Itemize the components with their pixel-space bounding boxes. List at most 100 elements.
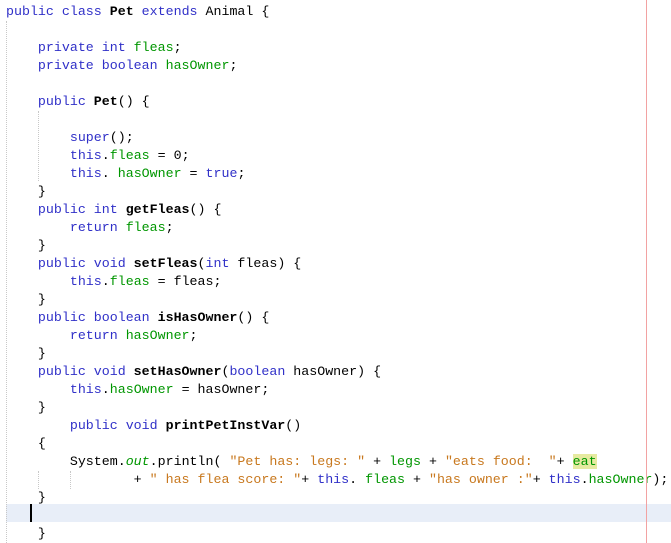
code-token: = fleas;: [149, 274, 222, 289]
code-token: }: [6, 292, 46, 307]
code-token: Animal {: [205, 4, 270, 19]
code-token: fleas: [109, 148, 150, 163]
code-token: hasOwner: [125, 328, 190, 343]
code-line[interactable]: super();: [6, 129, 134, 147]
code-token: isHasOwner: [157, 310, 238, 325]
code-token: legs: [389, 454, 421, 469]
code-line[interactable]: public void setHasOwner(boolean hasOwner…: [6, 363, 381, 381]
code-token: () {: [117, 94, 150, 109]
code-editor[interactable]: public class Pet extends Animal { privat…: [0, 0, 671, 543]
print-margin-line: [646, 0, 647, 543]
code-line[interactable]: this.fleas = 0;: [6, 147, 190, 165]
code-line[interactable]: }: [6, 525, 46, 543]
current-line-highlight: [6, 504, 671, 522]
code-token: }: [6, 238, 46, 253]
code-line[interactable]: return hasOwner;: [6, 327, 198, 345]
code-line[interactable]: public int getFleas() {: [6, 201, 222, 219]
code-token: "Pet has: legs: ": [229, 454, 366, 469]
code-line[interactable]: }: [6, 489, 46, 507]
code-token: fleas: [125, 220, 166, 235]
code-line[interactable]: System.out.println( "Pet has: legs: " + …: [6, 453, 597, 471]
code-token: System.: [6, 454, 126, 469]
code-token: public void: [6, 256, 134, 271]
code-token: .: [101, 382, 110, 397]
code-token: this: [317, 472, 350, 487]
code-token: ;: [237, 166, 246, 181]
code-token: +: [365, 454, 390, 469]
code-line[interactable]: + " has flea score: "+ this. fleas + "ha…: [6, 471, 669, 489]
code-line[interactable]: private boolean hasOwner;: [6, 57, 238, 75]
code-token: extends: [133, 4, 206, 19]
code-token: boolean: [229, 364, 286, 379]
code-line[interactable]: }: [6, 399, 46, 417]
code-token: hasOwner) {: [285, 364, 382, 379]
code-token: this: [6, 166, 102, 181]
code-token: +: [556, 454, 573, 469]
code-token: private int: [6, 40, 134, 55]
code-token: .: [580, 472, 589, 487]
code-token: () {: [189, 202, 222, 217]
code-line[interactable]: this.hasOwner = hasOwner;: [6, 381, 270, 399]
code-token: }: [6, 526, 46, 541]
code-token: this: [6, 274, 102, 289]
code-token: ;: [229, 58, 238, 73]
code-token: +: [532, 472, 549, 487]
highlighted-token: eat: [572, 454, 597, 469]
code-token: =: [181, 166, 206, 181]
code-line[interactable]: }: [6, 237, 46, 255]
code-token: public void: [6, 418, 166, 433]
code-token: +: [301, 472, 318, 487]
code-token: public void: [6, 364, 134, 379]
code-token: this: [6, 382, 102, 397]
code-token: }: [6, 346, 46, 361]
code-token: () {: [237, 310, 270, 325]
code-line[interactable]: }: [6, 183, 46, 201]
code-token: Pet: [109, 4, 134, 19]
code-line[interactable]: this. hasOwner = true;: [6, 165, 246, 183]
code-token: .: [101, 166, 118, 181]
code-token: int: [205, 256, 230, 271]
code-line[interactable]: public Pet() {: [6, 93, 150, 111]
code-token: = 0;: [149, 148, 190, 163]
code-token: private boolean: [6, 58, 166, 73]
code-line[interactable]: public void printPetInstVar(): [6, 417, 301, 435]
code-token: ;: [189, 328, 198, 343]
code-line[interactable]: {: [6, 435, 46, 453]
code-token: out: [125, 454, 150, 469]
code-line[interactable]: public void setFleas(int fleas) {: [6, 255, 301, 273]
code-token: this: [548, 472, 581, 487]
code-token: +: [133, 472, 150, 487]
code-line[interactable]: this.fleas = fleas;: [6, 273, 222, 291]
code-token: return: [6, 220, 126, 235]
code-token: " has flea score: ": [149, 472, 302, 487]
code-line[interactable]: public class Pet extends Animal {: [6, 3, 269, 21]
code-token: ();: [109, 130, 134, 145]
code-token: return: [6, 328, 126, 343]
code-token: fleas: [365, 472, 406, 487]
code-token: fleas: [133, 40, 174, 55]
code-token: getFleas: [125, 202, 190, 217]
code-token: .: [101, 148, 110, 163]
code-line[interactable]: }: [6, 291, 46, 309]
code-line[interactable]: public boolean isHasOwner() {: [6, 309, 269, 327]
code-token: "eats food: ": [444, 454, 557, 469]
text-caret: [30, 504, 32, 522]
code-token: );: [652, 472, 669, 487]
code-line[interactable]: }: [6, 345, 46, 363]
code-token: public: [6, 94, 94, 109]
code-token: fleas) {: [229, 256, 302, 271]
code-token: +: [405, 472, 429, 487]
code-token: super: [6, 130, 110, 145]
code-token: hasOwner: [588, 472, 653, 487]
code-token: .: [101, 274, 110, 289]
code-token: (): [285, 418, 302, 433]
code-token: setHasOwner: [133, 364, 222, 379]
code-token: this: [6, 148, 102, 163]
code-line[interactable]: return fleas;: [6, 219, 174, 237]
code-line[interactable]: private int fleas;: [6, 39, 182, 57]
code-token: printPetInstVar: [165, 418, 286, 433]
code-token: = hasOwner;: [173, 382, 270, 397]
code-token: ;: [165, 220, 174, 235]
code-token: ;: [173, 40, 182, 55]
